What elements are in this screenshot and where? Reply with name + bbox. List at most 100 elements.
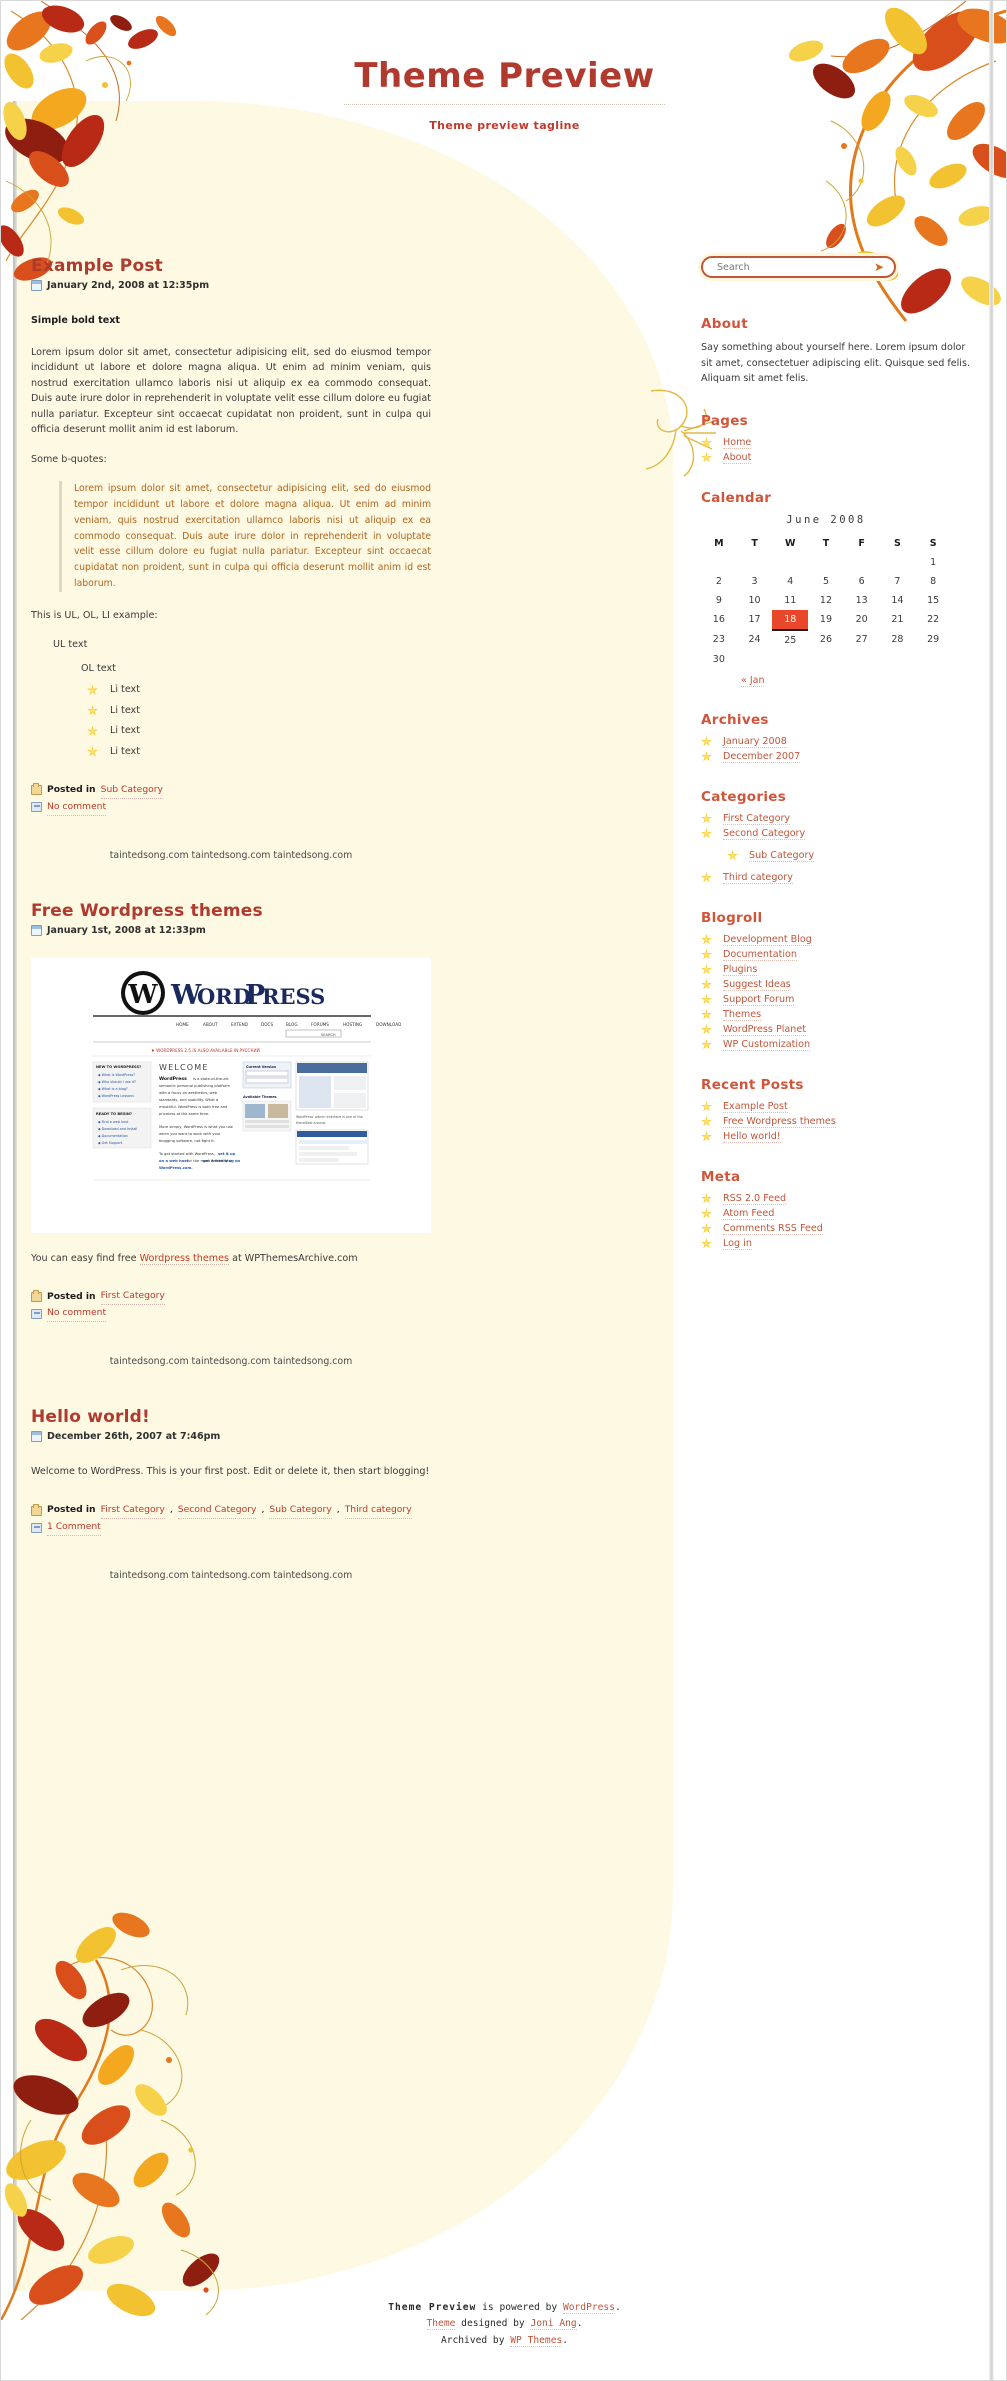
recent-post-link[interactable]: Free Wordpress themes: [723, 1116, 836, 1128]
subcategory-link[interactable]: Sub Category: [749, 850, 815, 862]
category-link[interactable]: Sub Category: [100, 782, 163, 799]
list-item: Plugins: [701, 964, 971, 976]
svg-text:◆ Documentation: ◆ Documentation: [98, 1134, 128, 1138]
star-bullet-icon: [701, 872, 712, 883]
posted-in-label: Posted in: [47, 1290, 96, 1302]
calendar-prev-link[interactable]: « Jan: [741, 674, 765, 687]
category-link[interactable]: First Category: [100, 1288, 165, 1306]
calendar-day: [880, 553, 916, 572]
blogroll-link[interactable]: Development Blog: [723, 934, 812, 946]
footer-author-link[interactable]: Joni Ang: [530, 2318, 577, 2331]
blogroll-link[interactable]: WP Customization: [723, 1039, 811, 1051]
svg-text:for the most flexibility or: for the most flexibility or: [187, 1159, 233, 1163]
page-link-about[interactable]: About: [723, 452, 752, 464]
category-link[interactable]: Second Category: [177, 1502, 257, 1520]
list-item: RSS 2.0 Feed: [701, 1193, 971, 1205]
calendar-day: 11: [784, 594, 797, 606]
folder-icon: [31, 783, 42, 796]
comments-link[interactable]: No comment: [47, 799, 107, 816]
blogroll-link[interactable]: WordPress Planet: [723, 1024, 807, 1036]
search-widget: ➤: [701, 256, 896, 278]
post-title[interactable]: Hello world!: [31, 1407, 431, 1427]
calendar-day-today[interactable]: 18: [772, 609, 809, 631]
arrow-right-icon[interactable]: ➤: [874, 261, 886, 273]
meta-link-atom[interactable]: Atom Feed: [723, 1208, 775, 1220]
archives-list: January 2008 December 2007: [701, 736, 971, 763]
category-link[interactable]: Third category: [723, 872, 793, 884]
recent-post-link[interactable]: Example Post: [723, 1101, 788, 1113]
calendar-day: [915, 650, 951, 669]
footer-powered-by: is powered by: [476, 2301, 563, 2313]
star-bullet-icon: [701, 949, 712, 960]
posted-in-label: Posted in: [47, 1504, 96, 1516]
svg-text:More simply, WordPress is what: More simply, WordPress is what you use: [159, 1125, 234, 1129]
archive-link[interactable]: January 2008: [723, 736, 787, 748]
star-bullet-icon: [701, 1116, 712, 1127]
footer-wordpress-link[interactable]: WordPress: [562, 2301, 615, 2314]
blogroll-link[interactable]: Support Forum: [723, 994, 795, 1006]
category-link[interactable]: Second Category: [723, 828, 806, 840]
post-date-text: January 1st, 2008 at 12:33pm: [47, 924, 206, 936]
list-item: First Category: [701, 813, 971, 825]
blogroll-heading: Blogroll: [701, 909, 763, 926]
blogroll-list: Development Blog Documentation Plugins S…: [701, 934, 971, 1051]
category-link[interactable]: First Category: [723, 813, 791, 825]
search-box[interactable]: ➤: [701, 256, 896, 278]
ol-text: OL text: [81, 662, 116, 674]
comments-link[interactable]: No comment: [47, 1305, 107, 1323]
svg-text:◆ Find a web host: ◆ Find a web host: [98, 1120, 129, 1124]
meta-link-comments-rss[interactable]: Comments RSS Feed: [723, 1223, 823, 1235]
site-title[interactable]: Theme Preview: [344, 56, 665, 105]
pages-heading: Pages: [701, 412, 748, 429]
post-title[interactable]: Free Wordpress themes: [31, 901, 431, 921]
category-link[interactable]: First Category: [100, 1502, 165, 1520]
calendar-day: 9: [715, 594, 722, 606]
calendar-day: 8: [930, 575, 937, 587]
star-bullet-icon: [701, 452, 712, 463]
svg-text:WordPress.com.: WordPress.com.: [159, 1166, 193, 1170]
star-bullet-icon: [701, 1039, 712, 1050]
calendar-icon: [31, 280, 42, 291]
footer-wpthemes-link[interactable]: WP Themes: [510, 2335, 563, 2348]
meta-link-login[interactable]: Log in: [723, 1238, 752, 1250]
blogroll-link[interactable]: Themes: [723, 1009, 762, 1021]
post-paragraph: Lorem ipsum dolor sit amet, consectetur …: [31, 346, 431, 436]
categories-widget: Categories First Category Second Categor…: [701, 789, 971, 884]
star-bullet-icon: [701, 964, 712, 975]
recent-posts-widget: Recent Posts Example Post Free Wordpress…: [701, 1077, 971, 1143]
footer-theme-link[interactable]: Theme: [426, 2318, 456, 2331]
comments-link[interactable]: 1 Comment: [47, 1519, 101, 1537]
category-link[interactable]: Third category: [344, 1502, 412, 1520]
svg-text:priceless at the same time.: priceless at the same time.: [159, 1112, 209, 1116]
calendar-day: 27: [855, 634, 868, 646]
recent-post-link[interactable]: Hello world!: [723, 1131, 781, 1143]
wordpress-themes-link[interactable]: Wordpress themes: [139, 1252, 230, 1265]
list-item-label: Li text: [110, 725, 140, 737]
post-hello-world: Hello world! December 26th, 2007 at 7:46…: [31, 1407, 431, 1537]
calendar-day: 13: [855, 594, 868, 606]
calendar-day: [844, 650, 880, 669]
post-paragraph: Welcome to WordPress. This is your first…: [31, 1466, 430, 1478]
blogroll-link[interactable]: Suggest Ideas: [723, 979, 791, 991]
list-item: Home: [701, 437, 971, 449]
post-date: January 2nd, 2008 at 12:35pm: [31, 280, 431, 291]
search-input[interactable]: [715, 260, 874, 274]
archive-link[interactable]: December 2007: [723, 751, 801, 763]
post-title[interactable]: Example Post: [31, 256, 431, 276]
calendar-day: 19: [819, 614, 832, 626]
meta-link-rss[interactable]: RSS 2.0 Feed: [723, 1193, 787, 1205]
list-item: Suggest Ideas: [701, 979, 971, 991]
blogroll-link[interactable]: Documentation: [723, 949, 797, 961]
categories-heading: Categories: [701, 788, 787, 805]
page-link-home[interactable]: Home: [723, 437, 752, 449]
list-item-label: Li text: [110, 684, 140, 696]
svg-text:standards, and usability. What: standards, and usability. What a: [159, 1098, 218, 1102]
post-date: January 1st, 2008 at 12:33pm: [31, 924, 431, 936]
demo-unordered-list: UL text OL text Li text Li text Li text …: [53, 637, 431, 759]
list-label: This is UL, OL, LI example:: [31, 609, 158, 621]
category-link[interactable]: Sub Category: [269, 1502, 332, 1520]
blogroll-link[interactable]: Plugins: [723, 964, 758, 976]
calendar-day: 30: [712, 653, 725, 665]
post-meta: Posted in First Category No comment: [31, 1288, 431, 1323]
list-item: Themes: [701, 1009, 971, 1021]
